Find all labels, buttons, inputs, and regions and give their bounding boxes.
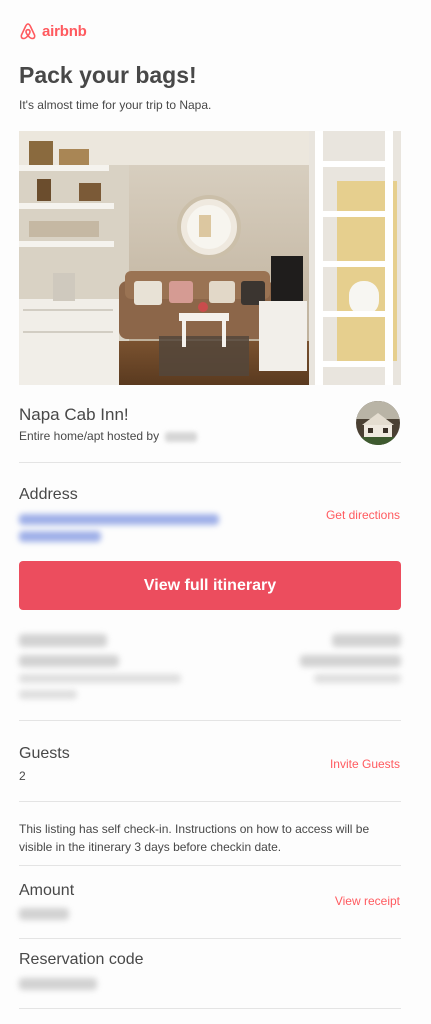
reservation-code-redacted <box>19 978 97 990</box>
divider <box>19 1008 401 1009</box>
host-avatar[interactable] <box>356 401 400 445</box>
page-subtitle: It's almost time for your trip to Napa. <box>19 98 212 112</box>
room-interior-photo <box>19 131 401 385</box>
checkout-time-redacted <box>314 674 401 683</box>
listing-photo[interactable] <box>19 131 401 385</box>
checkin-date-redacted <box>19 655 119 667</box>
address-label: Address <box>19 486 78 503</box>
checkout-date-redacted <box>300 655 401 667</box>
guests-label: Guests <box>19 745 70 762</box>
invite-guests-link[interactable]: Invite Guests <box>330 757 400 771</box>
email-body: airbnb Pack your bags! It's almost time … <box>0 0 431 1024</box>
brand-name: airbnb <box>42 23 87 40</box>
self-checkin-note: This listing has self check-in. Instruct… <box>19 822 370 854</box>
checkin-time-redacted <box>19 674 181 683</box>
view-itinerary-button[interactable]: View full itinerary <box>19 561 401 610</box>
address-line-2-redacted <box>19 531 101 542</box>
checkin-day-redacted <box>19 634 107 647</box>
get-directions-link[interactable]: Get directions <box>326 508 400 522</box>
amount-label: Amount <box>19 882 75 899</box>
listing-type-label: Entire home/apt hosted by <box>19 429 160 443</box>
host-avatar-icon <box>356 401 400 445</box>
checkout-day-redacted <box>332 634 401 647</box>
divider <box>19 801 401 802</box>
reservation-code-label: Reservation code <box>19 951 144 968</box>
airbnb-logo-icon <box>20 23 36 40</box>
host-name-redacted <box>165 431 198 442</box>
guest-count: 2 <box>19 769 26 783</box>
listing-name[interactable]: Napa Cab Inn! <box>19 405 129 425</box>
divider <box>19 865 401 866</box>
page-title: Pack your bags! <box>19 62 197 88</box>
listing-type: Entire home/apt hosted by <box>19 429 198 443</box>
airbnb-logo[interactable]: airbnb <box>19 22 87 41</box>
view-receipt-link[interactable]: View receipt <box>335 894 400 908</box>
amount-value-redacted <box>19 908 69 920</box>
divider <box>19 720 401 721</box>
checkin-note-redacted <box>19 690 77 699</box>
divider <box>19 462 401 463</box>
address-line-1-redacted <box>19 514 219 525</box>
divider <box>19 938 401 939</box>
